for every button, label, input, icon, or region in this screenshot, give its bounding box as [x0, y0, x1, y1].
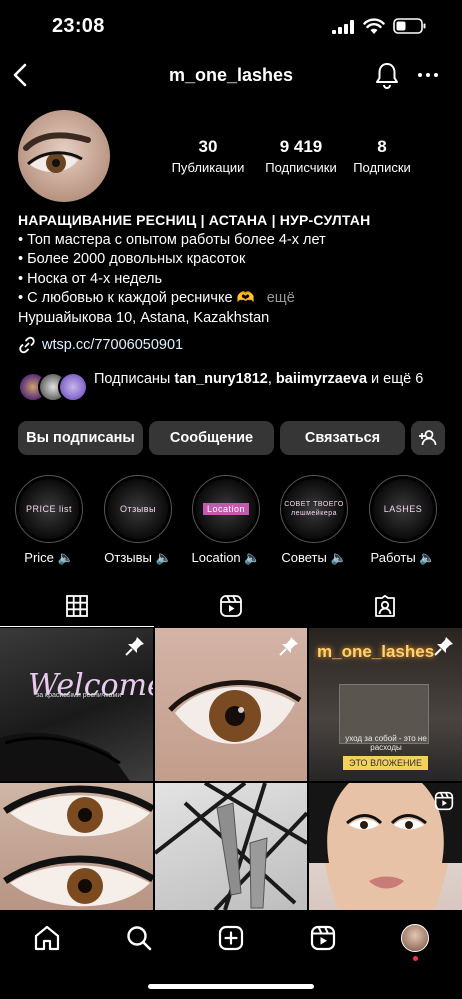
- posts-count[interactable]: 30 Публикации: [160, 137, 256, 175]
- highlight-cover-text: LASHES: [383, 504, 423, 514]
- profile-stats: 30 Публикации 9 419 Подписчики 8 Подписк…: [160, 137, 430, 177]
- highlight-tips[interactable]: СОВЕТ ТВОЕГО лешмейкера Советы 🔈: [279, 475, 349, 566]
- signal-icon: [332, 20, 354, 34]
- create-icon[interactable]: [217, 924, 245, 952]
- post-thumbnail[interactable]: [155, 783, 307, 910]
- highlight-label: Советы 🔈: [281, 550, 347, 565]
- home-indicator: [148, 984, 314, 989]
- bio-address[interactable]: Нуршайыкова 10, Astana, Kazakhstan: [18, 309, 448, 329]
- post-caption-text: уход за собой - это не расходы: [345, 734, 427, 752]
- highlight-label: Работы 🔈: [370, 550, 436, 565]
- status-bar: 23:08: [0, 0, 462, 54]
- link-icon: [19, 336, 35, 354]
- highlight-label: Price 🔈: [24, 550, 74, 565]
- highlight-reviews[interactable]: Отзывы Отзывы 🔈: [103, 475, 173, 566]
- profile-bio: НАРАЩИВАНИЕ РЕСНИЦ | АСТАНА | НУР-СУЛТАН…: [18, 211, 448, 328]
- pin-icon: [125, 637, 144, 656]
- bio-line: • Топ мастера с опытом работы более 4-х …: [18, 231, 326, 248]
- highlight-label: Location 🔈: [191, 550, 261, 565]
- post-badge: ЭТО ВЛОЖЕНИЕ: [343, 756, 428, 770]
- following-button[interactable]: Вы подписаны: [18, 421, 143, 455]
- following-count[interactable]: 8 Подписки: [342, 137, 422, 175]
- post-welcome-subtitle: за красивыми ресничками: [36, 692, 122, 699]
- post-thumbnail[interactable]: m_one_lashes уход за собой - это не расх…: [309, 628, 462, 781]
- highlight-price[interactable]: PRICE list Price 🔈: [14, 475, 84, 566]
- post-thumbnail[interactable]: [309, 783, 462, 910]
- profile-name: НАРАЩИВАНИЕ РЕСНИЦ | АСТАНА | НУР-СУЛТАН: [18, 212, 371, 228]
- followed-by-text: Подписаны tan_nury1812, baiimyrzaeva и е…: [94, 371, 424, 387]
- reels-badge-icon: [434, 791, 454, 811]
- message-button[interactable]: Сообщение: [149, 421, 274, 455]
- highlight-cover-text: Отзывы: [120, 504, 156, 514]
- followed-by[interactable]: Подписаны tan_nury1812, baiimyrzaeva и е…: [18, 370, 448, 408]
- posts-grid: Welcome за красивыми ресничками m_one_la…: [0, 628, 462, 910]
- profile-header: m_one_lashes: [0, 56, 462, 96]
- more-icon[interactable]: [417, 64, 439, 86]
- contact-button[interactable]: Связаться: [280, 421, 405, 455]
- grid-icon: [66, 595, 88, 617]
- highlight-cover-text: СОВЕТ ТВОЕГО лешмейкера: [284, 501, 344, 517]
- search-icon[interactable]: [125, 924, 153, 952]
- bio-line: • Носка от 4-х недель: [18, 270, 163, 287]
- highlight-cover-text: Location: [202, 503, 250, 515]
- home-icon[interactable]: [33, 924, 61, 952]
- followers-count[interactable]: 9 419 Подписчики: [253, 137, 349, 175]
- wifi-icon: [363, 18, 385, 34]
- status-time: 23:08: [52, 15, 105, 37]
- profile-link-text: wtsp.cc/77006050901: [42, 337, 184, 353]
- add-person-button[interactable]: [411, 421, 445, 455]
- battery-icon: [393, 18, 426, 34]
- reels-nav-icon[interactable]: [309, 924, 337, 952]
- profile-link[interactable]: wtsp.cc/77006050901: [18, 336, 183, 354]
- highlight-cover-text: PRICE list: [25, 504, 72, 514]
- follower-avatar: [58, 372, 88, 402]
- highlight-label: Отзывы 🔈: [104, 550, 172, 565]
- profile-tabs: [0, 585, 462, 627]
- reels-icon: [220, 595, 242, 617]
- add-person-icon: [419, 430, 437, 446]
- profile-avatar[interactable]: [18, 110, 110, 202]
- tab-posts[interactable]: [0, 585, 154, 627]
- highlight-works[interactable]: LASHES Работы 🔈: [368, 475, 438, 566]
- bio-line: • Более 2000 довольных красоток: [18, 251, 246, 267]
- post-thumbnail[interactable]: [155, 628, 307, 781]
- profile-actions: Вы подписаны Сообщение Связаться: [18, 421, 448, 455]
- bio-more-link[interactable]: ещё: [267, 290, 295, 306]
- pin-icon: [279, 637, 298, 656]
- profile-avatar-nav[interactable]: [401, 924, 429, 952]
- notification-dot: [413, 956, 418, 961]
- tab-tagged[interactable]: [308, 585, 462, 627]
- post-sign-text: m_one_lashes: [317, 642, 435, 661]
- bio-line: • С любовью к каждой ресничке 🫶: [18, 290, 255, 306]
- pin-icon: [434, 637, 453, 656]
- highlight-location[interactable]: Location Location 🔈: [191, 475, 261, 566]
- tagged-icon: [375, 594, 395, 617]
- post-thumbnail[interactable]: Welcome за красивыми ресничками: [0, 628, 153, 781]
- tab-reels[interactable]: [154, 585, 308, 627]
- post-thumbnail[interactable]: [0, 783, 153, 910]
- bell-icon[interactable]: [374, 61, 400, 89]
